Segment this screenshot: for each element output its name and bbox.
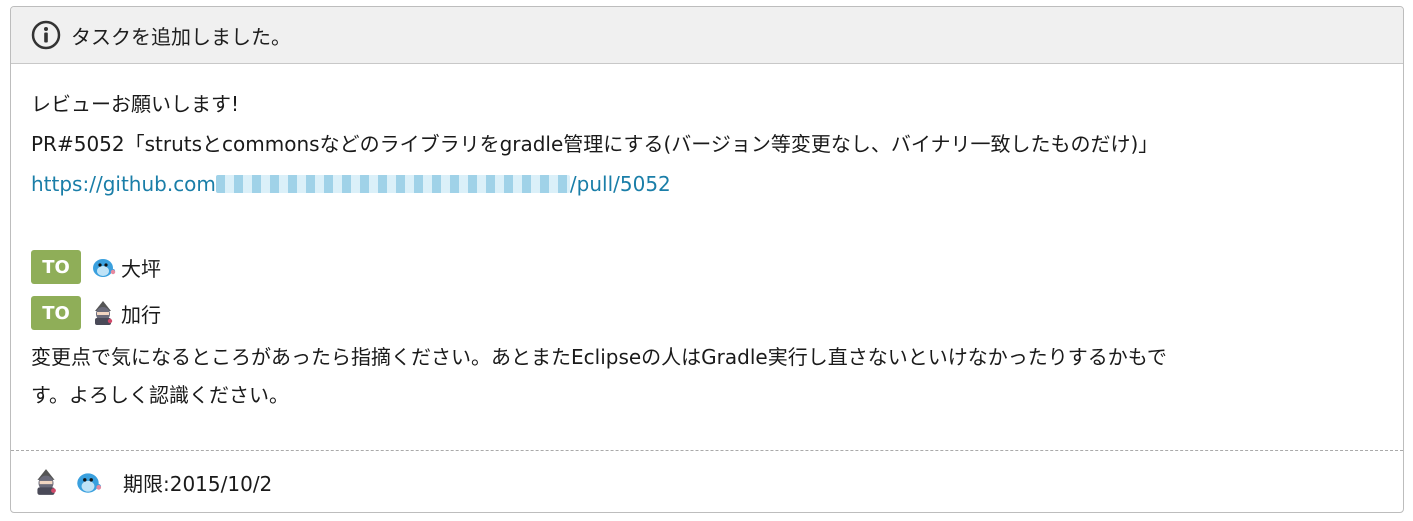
- card-footer: 期限:2015/10/2: [11, 451, 1403, 512]
- pr-title-line: PR#5052「strutsとcommonsなどのライブラリをgradle管理に…: [31, 132, 1159, 156]
- message-line: 変更点で気になるところがあったら指摘ください。あとまたEclipseの人はGra…: [31, 345, 1167, 369]
- ninja-avatar-icon[interactable]: [89, 299, 117, 327]
- card-body: レビューお願いします! PR#5052「strutsとcommonsなどのライブ…: [11, 64, 1403, 450]
- pr-link-line: https://github.com/pull/5052: [31, 164, 1383, 204]
- ninja-avatar-icon[interactable]: [31, 467, 61, 497]
- task-card: タスクを追加しました。 レビューお願いします! PR#5052「strutsとc…: [10, 6, 1404, 513]
- to-name: 大坪: [121, 256, 161, 281]
- pr-link[interactable]: https://github.com/pull/5052: [31, 172, 671, 196]
- blue-bird-avatar-icon[interactable]: [73, 467, 103, 497]
- to-badge: TO: [31, 296, 81, 330]
- pr-link-suffix: /pull/5052: [569, 172, 671, 196]
- to-row: TO 大坪: [31, 244, 1383, 290]
- info-icon: [31, 20, 61, 50]
- to-badge: TO: [31, 250, 81, 284]
- to-row: TO 加行: [31, 290, 1383, 336]
- card-header: タスクを追加しました。: [11, 7, 1403, 64]
- deadline-text: 期限:2015/10/2: [123, 471, 273, 496]
- to-name: 加行: [121, 302, 161, 327]
- pr-link-prefix: https://github.com: [31, 172, 216, 196]
- message-line: す。よろしく認識ください。: [31, 383, 289, 407]
- header-title: タスクを追加しました。: [71, 24, 291, 49]
- blue-bird-avatar-icon[interactable]: [89, 253, 117, 281]
- message-text: 変更点で気になるところがあったら指摘ください。あとまたEclipseの人はGra…: [31, 338, 1383, 414]
- request-line: レビューお願いします!: [31, 92, 240, 116]
- blurred-link-segment: [215, 175, 570, 193]
